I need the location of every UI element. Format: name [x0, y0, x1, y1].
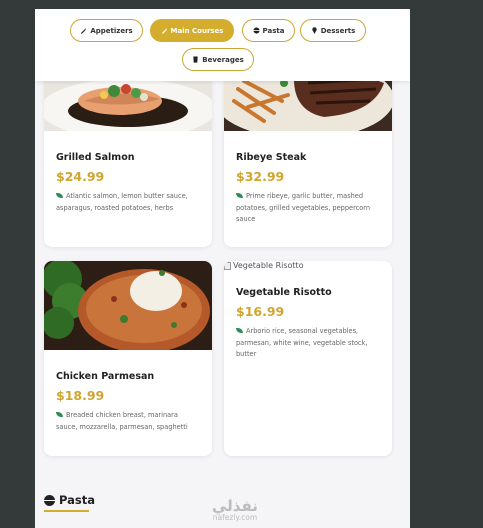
leaf-icon	[236, 328, 243, 333]
dish-card[interactable]: Chicken Parmesan $18.99 Breaded chicken …	[44, 261, 212, 456]
dish-photo-broken: Vegetable Risotto	[224, 261, 304, 270]
ice-cream-icon	[312, 27, 317, 34]
utensil-icon	[161, 27, 167, 34]
dish-name: Vegetable Risotto	[236, 287, 332, 298]
leaf-icon	[56, 412, 63, 417]
leaf-icon	[56, 193, 63, 198]
dish-card[interactable]: Vegetable Risotto Vegetable Risotto $16.…	[224, 261, 392, 456]
utensil-icon	[81, 27, 87, 34]
dish-ingredients: Prime ribeye, garlic butter, mashed pota…	[236, 192, 371, 224]
dish-ingredients: Atlantic salmon, lemon butter sauce, asp…	[56, 192, 188, 212]
watermark-latin: nafezly.com	[212, 513, 258, 522]
tab-desserts[interactable]: Desserts	[300, 19, 366, 42]
dish-name: Chicken Parmesan	[56, 371, 155, 382]
section-underline	[44, 510, 89, 512]
dish-price: $18.99	[56, 388, 105, 403]
dish-price: $32.99	[236, 169, 285, 184]
dish-photo-chicken	[44, 261, 212, 350]
leaf-icon	[236, 193, 243, 198]
dish-price: $24.99	[56, 169, 105, 184]
tab-pasta[interactable]: Pasta	[242, 19, 295, 42]
glass-icon	[193, 56, 198, 63]
tab-main-courses[interactable]: Main Courses	[150, 19, 234, 42]
dish-ingredients: Arborio rice, seasonal vegetables, parme…	[236, 327, 368, 359]
bowl-icon	[44, 494, 55, 506]
tab-appetizers[interactable]: Appetizers	[70, 19, 143, 42]
watermark: نفذلي nafezly.com	[212, 497, 258, 522]
dish-name: Ribeye Steak	[236, 152, 307, 163]
dish-ingredients: Breaded chicken breast, marinara sauce, …	[56, 411, 188, 431]
dish-price: $16.99	[236, 304, 285, 319]
bowl-icon	[252, 27, 260, 34]
menu-page: Grilled Salmon $24.99 Atlantic salmon, l…	[35, 9, 410, 528]
broken-image-icon	[224, 261, 231, 270]
tab-beverages[interactable]: Beverages	[182, 48, 254, 71]
section-heading-pasta: Pasta	[44, 493, 95, 507]
category-nav: Appetizers Main Courses Pasta Desserts B…	[35, 9, 410, 81]
dish-name: Grilled Salmon	[56, 152, 135, 163]
